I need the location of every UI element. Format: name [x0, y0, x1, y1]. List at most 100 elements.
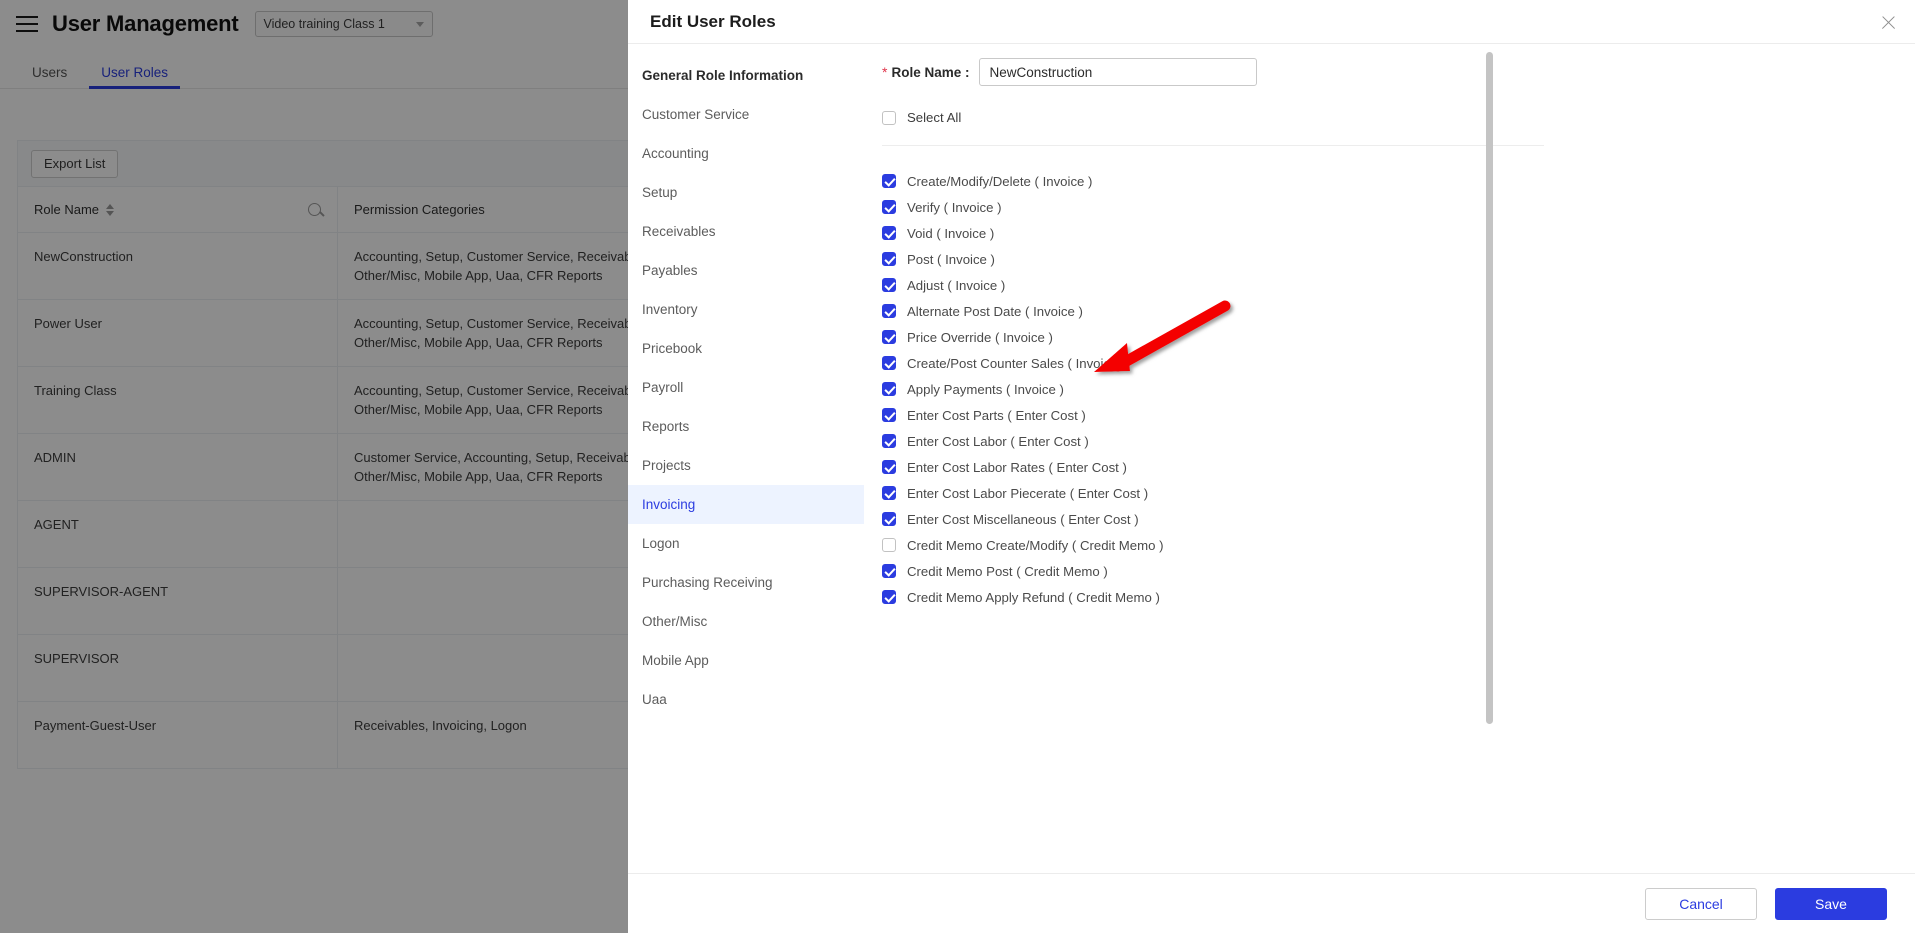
section-divider — [882, 145, 1544, 146]
nav-item-inventory[interactable]: Inventory — [628, 290, 864, 329]
nav-item-invoicing[interactable]: Invoicing — [628, 485, 864, 524]
permission-row[interactable]: Apply Payments ( Invoice ) — [882, 376, 1915, 402]
nav-item-label: Purchasing Receiving — [642, 575, 773, 590]
permission-label: Verify ( Invoice ) — [907, 199, 1002, 215]
permission-row[interactable]: Credit Memo Create/Modify ( Credit Memo … — [882, 532, 1915, 558]
permission-label: Credit Memo Create/Modify ( Credit Memo … — [907, 537, 1164, 553]
permission-checkbox[interactable] — [882, 252, 896, 266]
permission-checkbox[interactable] — [882, 174, 896, 188]
select-all-label: Select All — [907, 110, 962, 125]
permission-checkbox[interactable] — [882, 590, 896, 604]
nav-item-general-role-information: General Role Information — [628, 56, 864, 95]
permission-label: Alternate Post Date ( Invoice ) — [907, 303, 1083, 319]
permission-label: Adjust ( Invoice ) — [907, 277, 1006, 293]
permission-checkbox[interactable] — [882, 538, 896, 552]
role-name-input[interactable] — [979, 58, 1258, 86]
permission-row[interactable]: Void ( Invoice ) — [882, 220, 1915, 246]
nav-item-label: Accounting — [642, 146, 709, 161]
permission-checkbox[interactable] — [882, 460, 896, 474]
permission-label: Enter Cost Labor ( Enter Cost ) — [907, 433, 1089, 449]
permission-row[interactable]: Enter Cost Labor Piecerate ( Enter Cost … — [882, 480, 1915, 506]
nav-item-accounting[interactable]: Accounting — [628, 134, 864, 173]
permission-category-nav-list: General Role Information Customer Service… — [628, 56, 864, 719]
nav-item-mobile-app[interactable]: Mobile App — [628, 641, 864, 680]
permission-row[interactable]: Verify ( Invoice ) — [882, 194, 1915, 220]
nav-item-label: Payroll — [642, 380, 684, 395]
nav-item-label: Customer Service — [642, 107, 750, 122]
modal-body: General Role Information Customer Service… — [628, 44, 1915, 873]
permission-checkbox[interactable] — [882, 304, 896, 318]
permission-checkbox[interactable] — [882, 486, 896, 500]
nav-item-receivables[interactable]: Receivables — [628, 212, 864, 251]
permission-row[interactable]: Enter Cost Labor ( Enter Cost ) — [882, 428, 1915, 454]
permission-checkbox[interactable] — [882, 278, 896, 292]
select-all-row[interactable]: Select All — [882, 110, 1915, 125]
permission-label: Create/Post Counter Sales ( Invoice ) — [907, 355, 1126, 371]
permission-checkbox[interactable] — [882, 356, 896, 370]
nav-item-customer-service[interactable]: Customer Service — [628, 95, 864, 134]
permission-row[interactable]: Credit Memo Apply Refund ( Credit Memo ) — [882, 584, 1915, 610]
permission-row[interactable]: Enter Cost Parts ( Enter Cost ) — [882, 402, 1915, 428]
nav-item-setup[interactable]: Setup — [628, 173, 864, 212]
nav-item-payables[interactable]: Payables — [628, 251, 864, 290]
permission-label: Credit Memo Apply Refund ( Credit Memo ) — [907, 589, 1160, 605]
permission-checkbox-list: Create/Modify/Delete ( Invoice ) Verify (… — [882, 168, 1915, 610]
permission-row[interactable]: Create/Modify/Delete ( Invoice ) — [882, 168, 1915, 194]
permission-row[interactable]: Alternate Post Date ( Invoice ) — [882, 298, 1915, 324]
permission-row[interactable]: Adjust ( Invoice ) — [882, 272, 1915, 298]
permission-label: Price Override ( Invoice ) — [907, 329, 1053, 345]
role-name-label: Role Name : — [891, 64, 970, 80]
permission-checkbox[interactable] — [882, 382, 896, 396]
nav-item-label: Reports — [642, 419, 690, 434]
nav-item-logon[interactable]: Logon — [628, 524, 864, 563]
nav-item-purchasing-receiving[interactable]: Purchasing Receiving — [628, 563, 864, 602]
permission-row[interactable]: Post ( Invoice ) — [882, 246, 1915, 272]
nav-item-label: Invoicing — [642, 497, 696, 512]
nav-item-reports[interactable]: Reports — [628, 407, 864, 446]
permission-label: Apply Payments ( Invoice ) — [907, 381, 1064, 397]
nav-item-uaa[interactable]: Uaa — [628, 680, 864, 719]
nav-item-label: Projects — [642, 458, 691, 473]
nav-item-label: Receivables — [642, 224, 716, 239]
permission-row[interactable]: Enter Cost Labor Rates ( Enter Cost ) — [882, 454, 1915, 480]
nav-item-pricebook[interactable]: Pricebook — [628, 329, 864, 368]
nav-item-label: General Role Information — [642, 68, 804, 83]
nav-item-label: Other/Misc — [642, 614, 708, 629]
nav-item-label: Inventory — [642, 302, 698, 317]
nav-item-label: Uaa — [642, 692, 667, 707]
select-all-checkbox[interactable] — [882, 110, 896, 125]
permission-row[interactable]: Enter Cost Miscellaneous ( Enter Cost ) — [882, 506, 1915, 532]
modal-footer: Cancel Save — [628, 873, 1915, 933]
permission-checkbox[interactable] — [882, 330, 896, 344]
modal-header: Edit User Roles — [628, 0, 1915, 44]
cancel-button[interactable]: Cancel — [1645, 887, 1757, 920]
nav-item-other-misc[interactable]: Other/Misc — [628, 602, 864, 641]
nav-item-projects[interactable]: Projects — [628, 446, 864, 485]
nav-item-payroll[interactable]: Payroll — [628, 368, 864, 407]
permission-label: Enter Cost Miscellaneous ( Enter Cost ) — [907, 511, 1139, 527]
close-icon[interactable] — [1880, 14, 1897, 31]
permission-checkbox[interactable] — [882, 564, 896, 578]
permission-category-nav: General Role Information Customer Service… — [628, 44, 864, 873]
permission-label: Void ( Invoice ) — [907, 225, 995, 241]
permission-row[interactable]: Credit Memo Post ( Credit Memo ) — [882, 558, 1915, 584]
permission-panel: * Role Name : Select All Create/Modify/D… — [864, 44, 1915, 873]
edit-user-roles-modal: Edit User Roles General Role Information… — [628, 0, 1915, 933]
nav-item-label: Logon — [642, 536, 680, 551]
permission-label: Enter Cost Labor Rates ( Enter Cost ) — [907, 459, 1127, 475]
nav-item-label: Payables — [642, 263, 698, 278]
permission-label: Credit Memo Post ( Credit Memo ) — [907, 563, 1108, 579]
nav-scrollbar[interactable] — [1486, 52, 1493, 724]
permission-row[interactable]: Create/Post Counter Sales ( Invoice ) — [882, 350, 1915, 376]
nav-item-label: Setup — [642, 185, 678, 200]
permission-checkbox[interactable] — [882, 408, 896, 422]
permission-row[interactable]: Price Override ( Invoice ) — [882, 324, 1915, 350]
nav-item-label: Pricebook — [642, 341, 703, 356]
nav-item-label: Mobile App — [642, 653, 709, 668]
permission-checkbox[interactable] — [882, 434, 896, 448]
save-button[interactable]: Save — [1775, 887, 1887, 920]
permission-checkbox[interactable] — [882, 512, 896, 526]
permission-checkbox[interactable] — [882, 226, 896, 240]
modal-title: Edit User Roles — [650, 11, 776, 31]
permission-checkbox[interactable] — [882, 200, 896, 214]
